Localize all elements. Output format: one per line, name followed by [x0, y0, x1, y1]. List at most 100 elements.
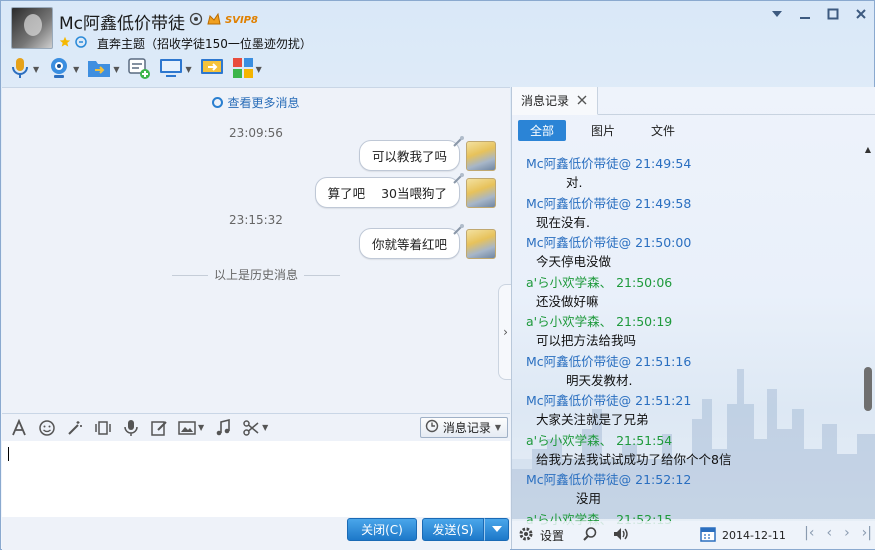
- sender-avatar[interactable]: [466, 228, 496, 259]
- history-date: 2014-12-11: [722, 529, 786, 542]
- maximize-button[interactable]: [826, 7, 840, 21]
- history-divider: 以上是历史消息: [2, 266, 510, 283]
- history-entry-header: Mc阿鑫低价带徒@ 21:51:16: [526, 351, 691, 370]
- search-icon[interactable]: [582, 526, 598, 545]
- svip-icon[interactable]: [206, 11, 222, 30]
- header: Mc阿鑫低价带徒 SVIP8 直奔主题（招收学徒150一位墨迹勿扰） ▼ ▼ ▼…: [1, 1, 874, 86]
- video-call-button[interactable]: ▼: [47, 55, 79, 83]
- history-time: 21:50:19: [616, 314, 673, 329]
- chat-message: 算了吧 30当喂狗了: [314, 173, 496, 208]
- tab-message-history[interactable]: 消息记录: [512, 87, 598, 115]
- voice-call-button[interactable]: ▼: [9, 55, 39, 83]
- qq-status-icon: [189, 12, 203, 29]
- message-input[interactable]: [2, 441, 510, 517]
- view-more-messages-link[interactable]: 查看更多消息: [2, 94, 510, 111]
- remote-desktop-button[interactable]: ▼: [159, 55, 192, 83]
- font-icon[interactable]: [10, 418, 28, 437]
- microphone-icon: [9, 56, 31, 83]
- first-page-icon[interactable]: |‹: [804, 525, 814, 541]
- chevron-down-icon[interactable]: ▼: [256, 65, 262, 74]
- history-time: 21:50:00: [635, 235, 692, 250]
- history-entry: Mc阿鑫低价带徒@ 21:49:54 对.: [526, 151, 856, 191]
- shake-window-icon[interactable]: [94, 419, 112, 437]
- history-sender: a'ら小欢学森、: [526, 274, 613, 290]
- history-scrollbar[interactable]: ▲: [862, 143, 874, 520]
- message-bubble[interactable]: 你就等着红吧: [358, 224, 464, 259]
- contact-avatar[interactable]: [11, 7, 53, 49]
- filter-tab-images[interactable]: 图片: [574, 120, 632, 141]
- pin-icon: [451, 172, 465, 186]
- collapse-side-panel-handle[interactable]: ›: [498, 284, 512, 380]
- music-icon[interactable]: [214, 418, 232, 437]
- send-options-dropdown[interactable]: [484, 518, 509, 541]
- speaker-icon[interactable]: [612, 526, 630, 545]
- window-controls: [770, 7, 868, 21]
- history-panel: 消息记录 全部 图片 文件 Mc阿鑫低价带徒@ 21:49:54 对. Mc阿鑫…: [511, 87, 875, 549]
- close-window-button[interactable]: [854, 7, 868, 21]
- tab-message-history-label: 消息记录: [521, 94, 570, 108]
- settings-label: 设置: [540, 528, 565, 543]
- gear-icon: [518, 526, 534, 545]
- history-sender: a'ら小欢学森、: [526, 314, 613, 329]
- history-date-picker[interactable]: 2014-12-11: [700, 526, 786, 545]
- message-history-button[interactable]: 消息记录 ▼: [419, 417, 508, 438]
- history-entry: Mc阿鑫低价带徒@ 21:49:58 现在没有.: [526, 191, 856, 231]
- voice-message-icon[interactable]: [122, 419, 140, 437]
- chevron-down-icon[interactable]: ▼: [198, 423, 204, 432]
- chevron-down-icon[interactable]: ▼: [262, 423, 268, 432]
- minimize-button[interactable]: [798, 7, 812, 21]
- prev-page-icon[interactable]: ‹: [826, 525, 832, 541]
- monitor-icon: [159, 57, 183, 82]
- chevron-down-icon[interactable]: ▼: [33, 65, 39, 74]
- edit-note-icon[interactable]: [150, 419, 168, 437]
- chevron-right-icon: ›: [503, 325, 508, 339]
- create-discussion-button[interactable]: [127, 55, 151, 83]
- signature-text: 直奔主题（招收学徒150一位墨迹勿扰）: [97, 37, 312, 51]
- history-entry: a'ら小欢学森、 21:50:19 可以把方法给我吗: [526, 309, 856, 349]
- tab-divider: [598, 114, 875, 115]
- chevron-down-icon[interactable]: ▼: [185, 65, 191, 74]
- webcam-icon: [47, 56, 71, 83]
- scroll-up-arrow[interactable]: ▲: [862, 143, 874, 155]
- history-message: 没用: [576, 491, 602, 506]
- apps-button[interactable]: ▼: [232, 55, 262, 83]
- add-chat-icon: [127, 56, 151, 83]
- history-sender: Mc阿鑫低价带徒@: [526, 235, 632, 250]
- send-button[interactable]: 发送(S): [422, 518, 484, 541]
- image-icon[interactable]: [178, 419, 196, 437]
- contact-name[interactable]: Mc阿鑫低价带徒: [59, 9, 185, 34]
- sender-avatar[interactable]: [466, 177, 496, 208]
- last-page-icon[interactable]: ›|: [862, 525, 872, 541]
- clock-icon: [212, 97, 224, 108]
- message-bubble[interactable]: 算了吧 30当喂狗了: [314, 173, 464, 208]
- sender-avatar[interactable]: [466, 140, 496, 171]
- close-button[interactable]: 关闭(C): [347, 518, 417, 541]
- chat-message-pane[interactable]: 查看更多消息 23:09:56 可以教我了吗 算了吧 30当喂狗了 23:15:…: [2, 87, 512, 413]
- history-list[interactable]: Mc阿鑫低价带徒@ 21:49:54 对. Mc阿鑫低价带徒@ 21:49:58…: [526, 151, 856, 546]
- dropdown-menu-icon[interactable]: [770, 7, 784, 21]
- chevron-down-icon[interactable]: ▼: [73, 65, 79, 74]
- history-sender: Mc阿鑫低价带徒@: [526, 472, 632, 487]
- history-time: 21:52:12: [635, 472, 692, 487]
- share-screen-button[interactable]: [200, 55, 224, 83]
- send-file-button[interactable]: ▼: [87, 55, 119, 83]
- history-entry-header: Mc阿鑫低价带徒@ 21:50:00: [526, 232, 691, 251]
- message-text: 30当喂狗了: [381, 186, 447, 201]
- history-entry: Mc阿鑫低价带徒@ 21:51:16 明天发教材.: [526, 349, 856, 389]
- close-icon[interactable]: [577, 94, 587, 108]
- filter-tab-all[interactable]: 全部: [518, 120, 566, 141]
- emoji-icon[interactable]: [38, 419, 56, 437]
- filter-tab-files[interactable]: 文件: [634, 120, 692, 141]
- history-message: 对.: [566, 175, 583, 190]
- pin-icon: [451, 223, 465, 237]
- scrollbar-thumb[interactable]: [864, 367, 872, 411]
- magic-wand-icon[interactable]: [66, 419, 84, 437]
- history-message: 大家关注就是了兄弟: [536, 412, 649, 427]
- history-settings[interactable]: 设置: [512, 526, 630, 545]
- next-page-icon[interactable]: ›: [844, 525, 850, 541]
- history-entry: Mc阿鑫低价带徒@ 21:52:12 没用: [526, 467, 856, 507]
- scissors-icon[interactable]: [242, 419, 260, 437]
- message-bubble[interactable]: 可以教我了吗: [358, 136, 464, 171]
- history-message: 可以把方法给我吗: [536, 333, 637, 348]
- chevron-down-icon[interactable]: ▼: [113, 65, 119, 74]
